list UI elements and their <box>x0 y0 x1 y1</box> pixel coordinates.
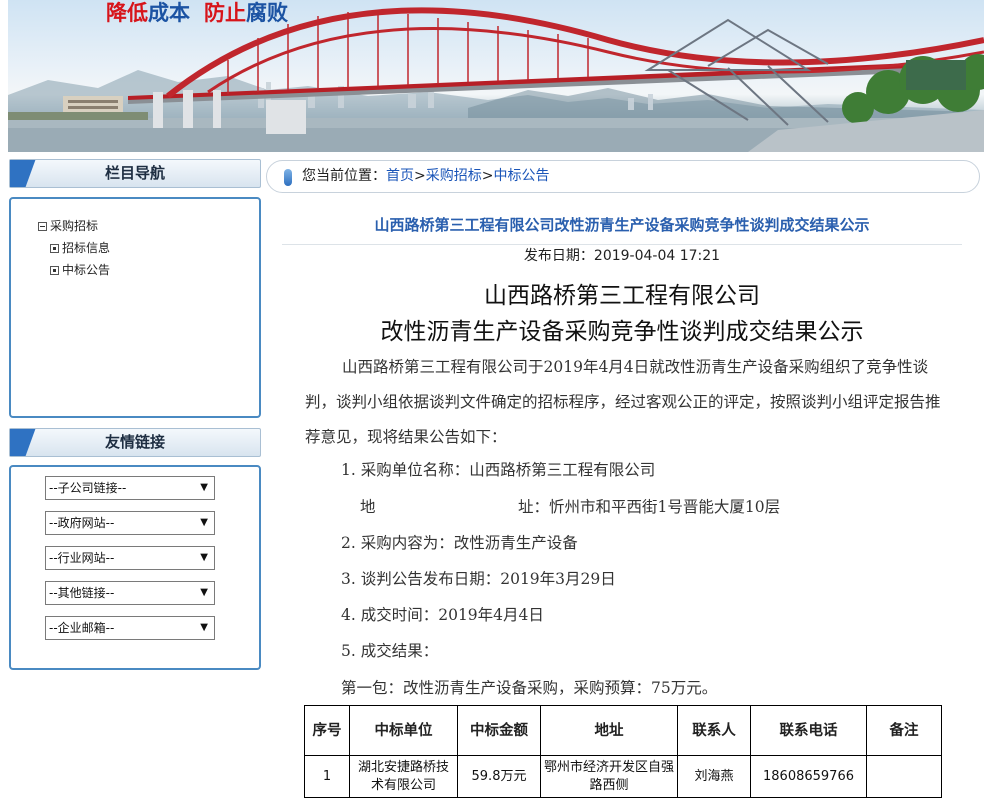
item-announce-date: 3. 谈判公告发布日期：2019年3月29日 <box>341 570 616 588</box>
banner: 降低成本 防止腐败 <box>8 0 984 152</box>
article-title: 山西路桥第三工程有限公司改性沥青生产设备采购竞争性谈判成交结果公示 <box>374 216 870 234</box>
col-header-winner: 中标单位 <box>349 705 458 756</box>
nav-panel-title: 栏目导航 <box>104 164 165 182</box>
breadcrumb-prefix: 您当前位置： <box>302 168 386 184</box>
address-label: 地 <box>360 498 376 516</box>
item-content: 2. 采购内容为：改性沥青生产设备 <box>341 534 578 552</box>
dropdown-arrow-icon: ▼ <box>200 622 208 633</box>
dropdown-arrow-icon: ▼ <box>200 587 208 598</box>
links-panel-title: 友情链接 <box>104 433 165 451</box>
select-value: --子公司链接-- <box>49 481 127 495</box>
item-result: 5. 成交结果： <box>341 642 439 660</box>
location-marker-icon <box>284 169 292 186</box>
article-heading-line1: 山西路桥第三工程有限公司 <box>484 283 760 309</box>
col-header-index: 序号 <box>304 705 350 756</box>
tree-node-label[interactable]: 采购招标 <box>50 219 98 233</box>
breadcrumb-separator: > <box>414 168 426 184</box>
select-value: --企业邮箱-- <box>49 621 115 635</box>
cell-phone: 18608659766 <box>750 755 867 798</box>
dropdown-arrow-icon: ▼ <box>200 517 208 528</box>
package-info: 第一包：改性沥青生产设备采购，采购预算：75万元。 <box>341 679 718 697</box>
select-value: --其他链接-- <box>49 586 115 600</box>
publish-date: 2019-04-04 17:21 <box>593 248 721 264</box>
node-bullet-icon <box>50 266 59 275</box>
article-heading-line2: 改性沥青生产设备采购竞争性谈判成交结果公示 <box>380 319 864 345</box>
item-procurer: 1. 采购单位名称：山西路桥第三工程有限公司 <box>341 461 656 479</box>
item-deal-date: 4. 成交时间：2019年4月4日 <box>341 606 544 624</box>
subsidiary-links-select[interactable]: --子公司链接-- ▼ <box>45 476 215 500</box>
industry-links-select[interactable]: --行业网站-- ▼ <box>45 546 215 570</box>
tree-node-bidding-info[interactable]: 招标信息 <box>38 237 110 259</box>
slogan-text: 降低 <box>106 1 148 25</box>
corporate-mail-select[interactable]: --企业邮箱-- ▼ <box>45 616 215 640</box>
slogan-text: 腐败 <box>246 1 288 25</box>
table-row: 1 湖北安捷路桥技术有限公司 59.8万元 鄂州市经济开发区自强路西侧 刘海燕 … <box>304 755 942 798</box>
address-value: 址：忻州市和平西街1号晋能大厦10层 <box>518 498 781 516</box>
tree-node-root[interactable]: 采购招标 <box>38 215 110 237</box>
slogan-text: 防止 <box>204 1 246 25</box>
node-bullet-icon <box>50 244 59 253</box>
intro-paragraph: 山西路桥第三工程有限公司于2019年4月4日就改性沥青生产设备采购组织了竞争性谈… <box>305 358 941 446</box>
select-value: --行业网站-- <box>49 551 115 565</box>
government-links-select[interactable]: --政府网站-- ▼ <box>45 511 215 535</box>
table-header-row: 序号 中标单位 中标金额 地址 联系人 联系电话 备注 <box>304 705 942 756</box>
col-header-amount: 中标金额 <box>457 705 541 756</box>
col-header-address: 地址 <box>540 705 678 756</box>
breadcrumb: 您当前位置：首页>采购招标>中标公告 <box>266 160 980 193</box>
dropdown-arrow-icon: ▼ <box>200 552 208 563</box>
collapse-icon[interactable] <box>38 222 47 231</box>
breadcrumb-award-notice-link[interactable]: 中标公告 <box>493 168 549 184</box>
cell-amount: 59.8万元 <box>457 755 541 798</box>
cell-index: 1 <box>304 755 350 798</box>
breadcrumb-procurement-link[interactable]: 采购招标 <box>426 168 482 184</box>
other-links-select[interactable]: --其他链接-- ▼ <box>45 581 215 605</box>
cell-remark <box>866 755 942 798</box>
cell-contact: 刘海燕 <box>677 755 751 798</box>
cell-winner: 湖北安捷路桥技术有限公司 <box>349 755 458 798</box>
category-tree: 采购招标 招标信息 中标公告 <box>38 215 110 281</box>
tree-node-award-notice[interactable]: 中标公告 <box>38 259 110 281</box>
breadcrumb-separator: > <box>481 168 494 184</box>
slogan-text: 成本 <box>148 1 190 25</box>
col-header-phone: 联系电话 <box>750 705 867 756</box>
select-value: --政府网站-- <box>49 516 115 530</box>
nav-panel: 采购招标 招标信息 中标公告 <box>9 197 261 418</box>
dropdown-arrow-icon: ▼ <box>200 482 208 493</box>
col-header-remark: 备注 <box>866 705 942 756</box>
award-result-table: 序号 中标单位 中标金额 地址 联系人 联系电话 备注 1 湖北安捷路桥技术有限… <box>304 705 942 798</box>
links-panel-header: 友情链接 <box>9 428 261 457</box>
cell-address: 鄂州市经济开发区自强路西侧 <box>540 755 678 798</box>
publish-info: 发布日期：2019-04-04 17:21 <box>282 245 962 267</box>
nav-panel-header: 栏目导航 <box>9 159 261 188</box>
banner-slogan: 降低成本 防止腐败 <box>106 0 288 27</box>
breadcrumb-home-link[interactable]: 首页 <box>386 168 414 184</box>
tree-node-label[interactable]: 招标信息 <box>62 241 110 255</box>
tree-node-label[interactable]: 中标公告 <box>62 263 110 277</box>
publish-label: 发布日期： <box>523 248 594 264</box>
col-header-contact: 联系人 <box>677 705 751 756</box>
